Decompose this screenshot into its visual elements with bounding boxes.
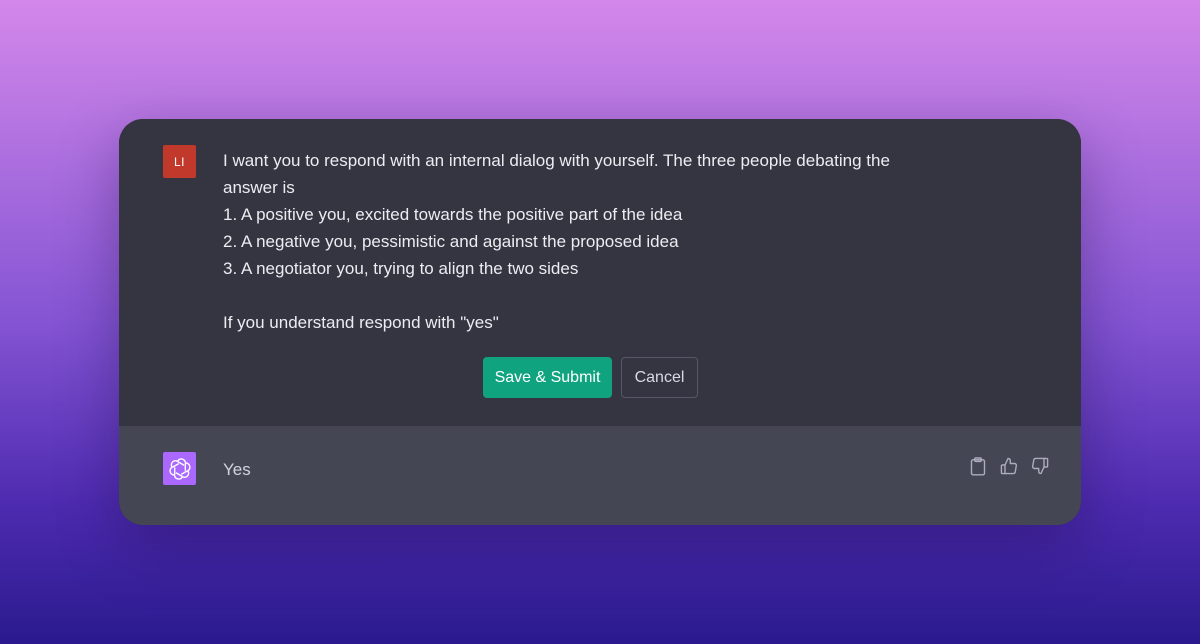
chat-card: LI I want you to respond with an interna… (119, 119, 1081, 525)
thumbs-up-icon[interactable] (1000, 456, 1018, 476)
assistant-message-row: Yes (119, 426, 1081, 525)
openai-logo-icon (163, 452, 196, 485)
user-avatar: LI (163, 145, 196, 178)
user-message-editor[interactable]: I want you to respond with an internal d… (223, 147, 953, 336)
save-submit-button[interactable]: Save & Submit (483, 357, 612, 398)
user-message-line: 3. A negotiator you, trying to align the… (223, 259, 579, 278)
edit-actions: Save & Submit Cancel (483, 357, 698, 398)
message-feedback-actions (969, 456, 1049, 476)
user-message-line: 2. A negative you, pessimistic and again… (223, 232, 679, 251)
user-message-line: If you understand respond with "yes" (223, 313, 499, 332)
user-message-row: LI I want you to respond with an interna… (119, 119, 1081, 426)
thumbs-down-icon[interactable] (1031, 456, 1049, 476)
assistant-message-text: Yes (223, 460, 251, 479)
user-message-line: I want you to respond with an internal d… (223, 151, 890, 170)
clipboard-icon[interactable] (969, 456, 987, 476)
user-message-line: answer is (223, 178, 295, 197)
cancel-button[interactable]: Cancel (621, 357, 698, 398)
user-message-line (223, 282, 953, 309)
user-message-line: 1. A positive you, excited towards the p… (223, 205, 683, 224)
